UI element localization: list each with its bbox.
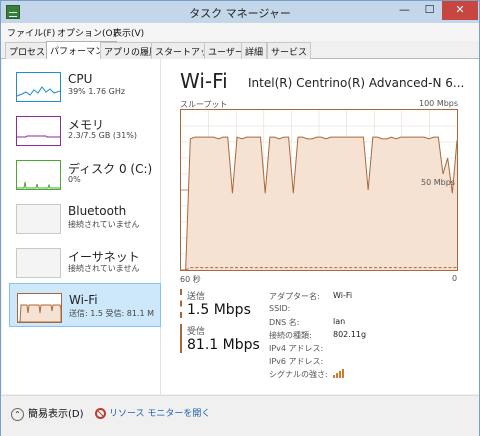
menu-file[interactable]: ファイル(F) xyxy=(7,26,55,39)
sidebar-item-bluetooth[interactable]: Bluetooth 接続されていません xyxy=(9,195,161,239)
chevron-up-icon: ⌃ xyxy=(11,407,24,421)
max-label: 100 Mbps xyxy=(419,99,459,108)
prop-value: lan xyxy=(333,317,346,326)
resource-monitor-icon xyxy=(95,408,106,419)
time-label: 60 秒 xyxy=(180,275,201,284)
menu-options[interactable]: オプション(O) xyxy=(57,26,116,39)
task-manager-window: タスク マネージャー — ☐ ✕ ファイル(F) オプション(O) 表示(V) … xyxy=(0,0,480,436)
prop-value: 802.11g xyxy=(333,330,367,339)
sidebar-item-cpu[interactable]: CPU 39% 1.76 GHz xyxy=(9,63,161,107)
sidebar-item-label: CPU xyxy=(68,72,93,86)
disk-thumbnail xyxy=(16,160,61,190)
footer-bar: ⌃ 簡易表示(D) リソース モニターを開く xyxy=(1,395,479,436)
minimize-button[interactable]: — xyxy=(392,1,417,20)
sidebar-item-sub: 接続されていません xyxy=(68,264,140,273)
memory-thumbnail xyxy=(16,116,61,146)
cpu-thumbnail xyxy=(16,72,61,102)
fewer-details-label: 簡易表示(D) xyxy=(28,409,84,420)
prop-label: DNS 名: xyxy=(269,318,300,327)
receive-area xyxy=(181,137,457,270)
prop-value: Wi-Fi xyxy=(333,291,353,300)
prop-label: SSID: xyxy=(269,304,291,313)
open-resource-monitor-link[interactable]: リソース モニターを開く xyxy=(95,406,210,419)
prop-label: シグナルの強さ: xyxy=(269,370,328,379)
prop-label: 接続の種類: xyxy=(269,331,312,340)
wifi-thumbnail xyxy=(17,293,62,323)
bluetooth-thumbnail xyxy=(16,204,61,234)
tab-details[interactable]: 詳細 xyxy=(241,42,268,59)
receive-stat: 受信 81.1 Mbps xyxy=(180,324,260,353)
sidebar-item-label: Bluetooth xyxy=(68,204,127,218)
prop-label: IPv6 アドレス: xyxy=(269,357,324,366)
page-title: Wi-Fi xyxy=(180,69,228,93)
sidebar-item-sub: 送信: 1.5 受信: 81.1 M xyxy=(69,309,154,318)
menu-bar: ファイル(F) オプション(O) 表示(V) xyxy=(1,23,479,41)
fewer-details-button[interactable]: ⌃ 簡易表示(D) xyxy=(11,405,84,421)
mid-label: 50 Mbps xyxy=(421,178,455,187)
sidebar-item-memory[interactable]: メモリ 2.3/7.5 GB (31%) xyxy=(9,107,161,151)
tab-strip: プロセス パフォーマンス アプリの履歴 スタートアップ ユーザー 詳細 サービス xyxy=(1,41,479,60)
title-bar[interactable]: タスク マネージャー — ☐ ✕ xyxy=(1,1,479,23)
signal-strength-icon xyxy=(333,369,344,378)
resource-sidebar: CPU 39% 1.76 GHz メモリ 2.3/7.5 GB (31%) ディ… xyxy=(2,59,161,394)
zero-label: 0 xyxy=(452,274,458,283)
tab-processes[interactable]: プロセス xyxy=(5,42,50,59)
tab-services[interactable]: サービス xyxy=(267,42,312,59)
ethernet-thumbnail xyxy=(16,248,61,278)
performance-content: CPU 39% 1.76 GHz メモリ 2.3/7.5 GB (31%) ディ… xyxy=(2,59,479,394)
receive-label: 受信 xyxy=(187,327,206,337)
close-button[interactable]: ✕ xyxy=(442,1,478,20)
sidebar-item-wifi[interactable]: Wi-Fi 送信: 1.5 受信: 81.1 M xyxy=(9,283,161,327)
sidebar-item-sub: 接続されていません xyxy=(68,220,140,229)
sidebar-item-disk[interactable]: ディスク 0 (C:) 0% xyxy=(9,151,161,195)
prop-label: アダプター名: xyxy=(269,292,320,301)
sidebar-item-sub: 39% 1.76 GHz xyxy=(68,87,126,96)
sidebar-item-sub: 0% xyxy=(68,175,81,184)
resource-monitor-label: リソース モニターを開く xyxy=(109,409,211,419)
sidebar-item-label: Wi-Fi xyxy=(69,293,98,307)
menu-view[interactable]: 表示(V) xyxy=(113,26,144,39)
send-value: 1.5 Mbps xyxy=(187,302,251,318)
maximize-button[interactable]: ☐ xyxy=(417,1,442,20)
send-label: 送信 xyxy=(187,292,206,302)
send-stat: 送信 1.5 Mbps xyxy=(180,289,251,318)
throughput-chart xyxy=(180,109,458,271)
device-name: Intel(R) Centrino(R) Advanced-N 6... xyxy=(248,76,465,90)
sidebar-item-ethernet[interactable]: イーサネット 接続されていません xyxy=(9,239,161,283)
sidebar-item-sub: 2.3/7.5 GB (31%) xyxy=(68,131,137,140)
detail-panel: Wi-Fi Intel(R) Centrino(R) Advanced-N 6.… xyxy=(162,59,479,394)
prop-label: IPv4 アドレス: xyxy=(269,344,324,353)
receive-value: 81.1 Mbps xyxy=(187,337,260,353)
